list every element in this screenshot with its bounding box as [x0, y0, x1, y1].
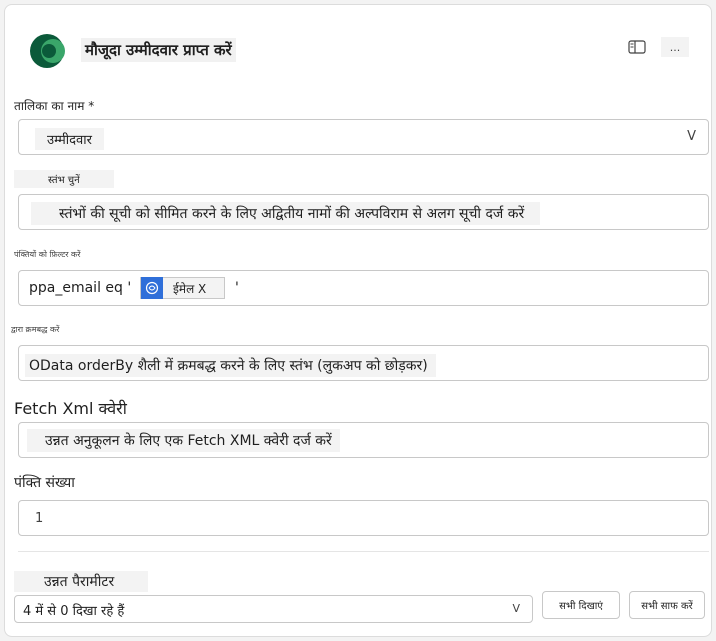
sort-by-placeholder: OData orderBy शैली में क्रमबद्ध करने के …: [25, 354, 436, 377]
divider: [18, 551, 709, 552]
select-columns-placeholder: स्तंभों की सूची को सीमित करने के लिए अद्…: [31, 202, 541, 225]
sort-by-input[interactable]: OData orderBy शैली में क्रमबद्ध करने के …: [18, 345, 709, 381]
dataverse-logo-icon: [27, 33, 75, 69]
action-card: मौजूदा उम्मीदवार प्राप्त करें ... तालिका…: [4, 4, 712, 637]
filter-rows-label: पंक्तियों को फ़िल्टर करें: [14, 250, 81, 259]
table-name-label: तालिका का नाम *: [14, 99, 95, 113]
select-columns-label: स्तंभ चुनें: [14, 170, 114, 188]
filter-prefix-text: ppa_email eq ': [29, 280, 132, 296]
fetch-xml-label: Fetch Xml क्वेरी: [14, 399, 127, 418]
side-panel-icon[interactable]: [625, 37, 649, 57]
more-options-button[interactable]: ...: [661, 37, 689, 57]
show-all-button[interactable]: सभी दिखाएं: [542, 591, 620, 619]
filter-rows-input[interactable]: ppa_email eq ' ईमेल X ': [18, 270, 709, 306]
advanced-showing-text: 4 में से 0 दिखा रहे हैं: [23, 604, 125, 619]
chevron-down-icon: V: [512, 602, 520, 615]
dynamic-content-icon: [141, 277, 163, 299]
chevron-down-icon: V: [687, 129, 696, 144]
clear-all-button[interactable]: सभी साफ करें: [629, 591, 705, 619]
fetch-xml-input[interactable]: उन्नत अनुकूलन के लिए एक Fetch XML क्वेरी…: [18, 422, 709, 458]
filter-suffix-text: ': [235, 280, 239, 296]
table-name-dropdown[interactable]: उम्मीदवार V: [18, 119, 709, 155]
row-count-input[interactable]: 1: [18, 500, 709, 536]
table-name-value: उम्मीदवार: [35, 128, 104, 150]
dynamic-content-token[interactable]: ईमेल X: [140, 277, 226, 299]
action-title: मौजूदा उम्मीदवार प्राप्त करें: [81, 38, 236, 62]
row-count-label: पंक्ति संख्या: [14, 475, 75, 491]
sort-by-label: द्वारा क्रमबद्ध करें: [11, 325, 60, 334]
select-columns-input[interactable]: स्तंभों की सूची को सीमित करने के लिए अद्…: [18, 194, 709, 230]
fetch-xml-placeholder: उन्नत अनुकूलन के लिए एक Fetch XML क्वेरी…: [27, 429, 340, 452]
row-count-value: 1: [35, 511, 44, 526]
advanced-parameters-dropdown[interactable]: 4 में से 0 दिखा रहे हैं V: [14, 595, 533, 623]
token-label: ईमेल X: [173, 281, 207, 296]
advanced-parameters-label: उन्नत पैरामीटर: [14, 571, 149, 592]
